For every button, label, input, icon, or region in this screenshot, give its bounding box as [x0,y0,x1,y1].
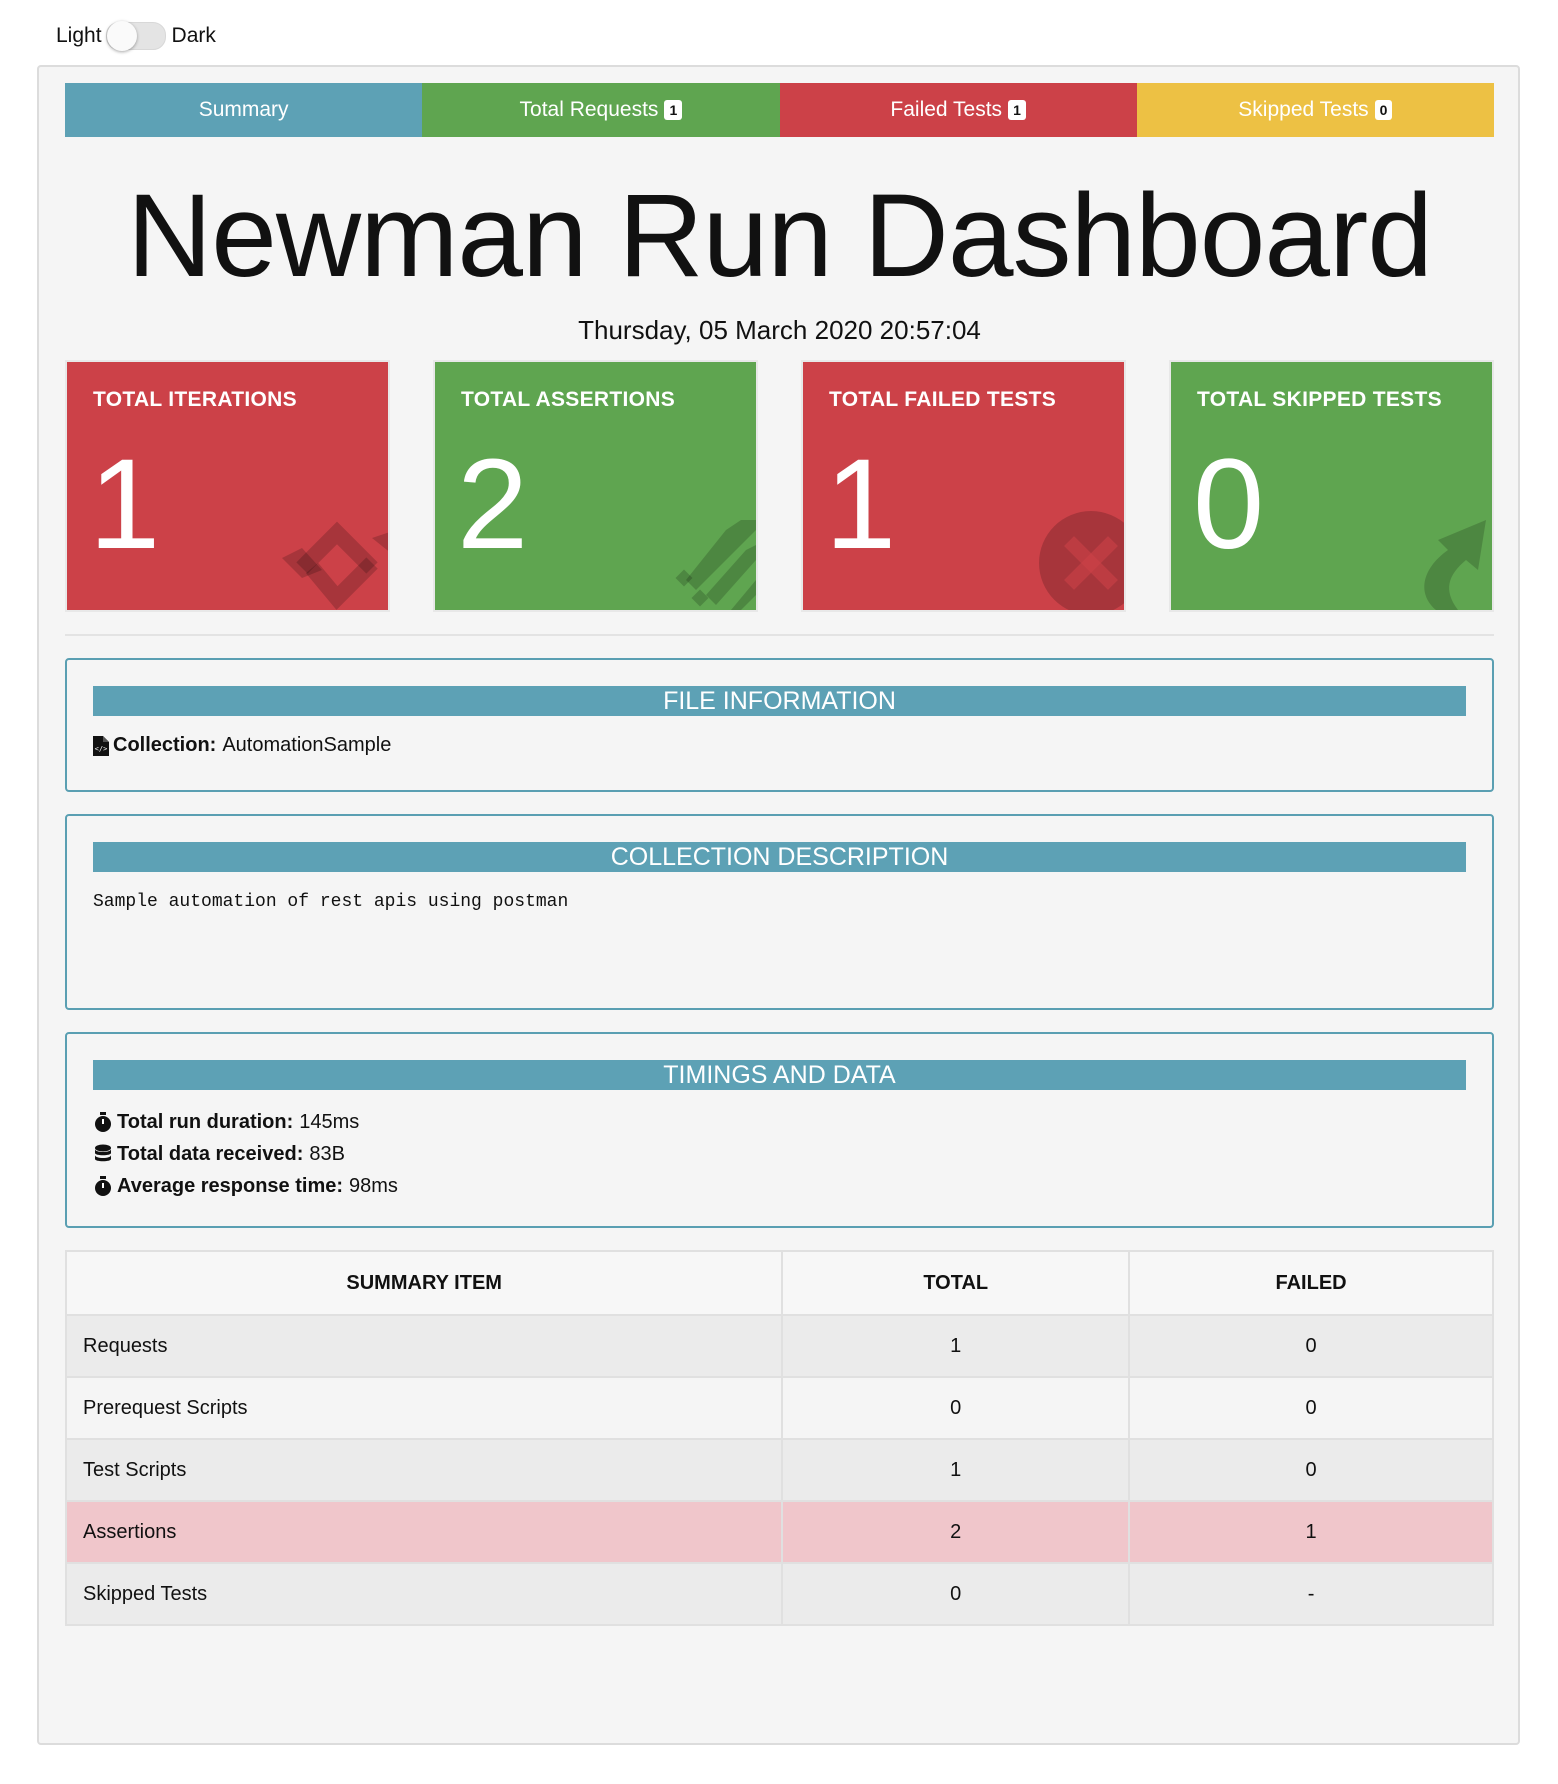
collection-value: AutomationSample [222,734,392,756]
theme-switch[interactable] [105,21,166,51]
file-code-icon: </> [93,735,109,756]
timing-row: Total run duration: 145ms [93,1106,1466,1138]
tab-failed-tests-label: Failed Tests [890,98,1003,121]
summary-item-cell: Skipped Tests [64,1562,784,1626]
column-header: FAILED [1128,1250,1494,1316]
share-arrow-icon [1424,520,1486,610]
timing-label: Average response time: [117,1175,344,1197]
column-header: SUMMARY ITEM [64,1250,784,1316]
table-row: Assertions 2 1 [64,1500,1494,1564]
panel-header: COLLECTION DESCRIPTION [93,842,1466,872]
failed-cell: 0 [1128,1438,1494,1502]
stat-cards: TOTAL ITERATIONS 1 TOTAL ASSERTIONS 2 TO… [65,360,1494,612]
card-total-assertions: TOTAL ASSERTIONS 2 [433,360,758,612]
timing-row: Total data received: 83B [93,1138,1466,1170]
card-value: 1 [825,433,897,576]
divider [65,634,1494,636]
sync-icon [282,521,388,610]
total-cell: 2 [781,1500,1131,1564]
total-cell: 1 [781,1314,1131,1378]
tab-bar: Summary Total Requests 1 Failed Tests 1 Sk… [65,83,1494,137]
dark-label: Dark [171,24,216,47]
tab-summary[interactable]: Summary [65,83,423,137]
dashboard-container: Summary Total Requests 1 Failed Tests 1 Sk… [37,65,1520,1745]
file-information-panel: FILE INFORMATION </> Collection: Automat… [65,658,1494,792]
card-total-iterations: TOTAL ITERATIONS 1 [65,360,390,612]
timing-row: Average response time: 98ms [93,1170,1466,1202]
timing-label: Total data received: [117,1143,304,1165]
page-title: Newman Run Dashboard [127,170,1433,302]
svg-text:</>: </> [95,745,108,753]
timing-value: 83B [309,1143,345,1165]
card-title: TOTAL FAILED TESTS [829,388,1057,411]
table-row: Requests 1 0 [64,1314,1494,1378]
timing-value: 145ms [299,1111,360,1133]
failed-tests-badge: 1 [1008,100,1026,120]
column-header: TOTAL [781,1250,1131,1316]
card-value: 0 [1193,433,1265,576]
stopwatch-icon [93,1176,113,1196]
failed-cell: 0 [1128,1376,1494,1440]
light-label: Light [56,24,102,47]
tab-total-requests-label: Total Requests [519,98,659,121]
times-circle-icon [1039,511,1124,610]
timing-label: Total run duration: [117,1111,294,1133]
card-title: TOTAL SKIPPED TESTS [1197,388,1442,411]
summary-item-cell: Test Scripts [64,1438,784,1502]
tab-failed-tests[interactable]: Failed Tests 1 [779,83,1137,137]
collection-label: Collection: [113,734,217,756]
switch-knob[interactable] [106,21,137,51]
collection-description-panel: COLLECTION DESCRIPTION Sample automation… [65,814,1494,1010]
card-total-failed-tests: TOTAL FAILED TESTS 1 [801,360,1126,612]
tab-summary-label: Summary [198,98,289,121]
run-timestamp: Thursday, 05 March 2020 20:57:04 [578,315,981,345]
failed-cell: 0 [1128,1314,1494,1378]
table-row: Skipped Tests 0 - [64,1562,1494,1626]
timings-panel: TIMINGS AND DATA Total run duration: 145… [65,1032,1494,1228]
card-title: TOTAL ITERATIONS [93,388,297,411]
skipped-tests-badge: 0 [1374,100,1393,120]
card-total-skipped-tests: TOTAL SKIPPED TESTS 0 [1169,360,1494,612]
collection-description-text: Sample automation of rest apis using pos… [93,892,569,912]
stopwatch-icon [93,1112,113,1132]
tab-skipped-tests-label: Skipped Tests [1238,98,1369,121]
card-value: 2 [457,433,529,576]
total-cell: 0 [781,1376,1131,1440]
card-value: 1 [89,433,161,576]
tab-skipped-tests[interactable]: Skipped Tests 0 [1136,83,1494,137]
tab-total-requests[interactable]: Total Requests 1 [422,83,780,137]
table-header-row: SUMMARY ITEM TOTAL FAILED [64,1250,1494,1316]
theme-toggle: Light Dark [56,21,216,51]
panel-header: FILE INFORMATION [93,686,1466,716]
failed-cell: - [1128,1562,1494,1626]
total-cell: 0 [781,1562,1131,1626]
collection-line: </> Collection: AutomationSample [93,734,1466,757]
list-icon [675,520,756,610]
total-requests-badge: 1 [664,100,683,120]
failed-cell: 1 [1128,1500,1494,1564]
summary-item-cell: Requests [64,1314,784,1378]
total-cell: 1 [781,1438,1131,1502]
timing-value: 98ms [349,1175,398,1197]
panel-header: TIMINGS AND DATA [93,1060,1466,1090]
summary-table: SUMMARY ITEM TOTAL FAILED Requests 1 0 P… [64,1250,1494,1626]
card-title: TOTAL ASSERTIONS [461,388,676,411]
summary-item-cell: Assertions [64,1500,784,1564]
summary-item-cell: Prerequest Scripts [64,1376,784,1440]
table-row: Prerequest Scripts 0 0 [64,1376,1494,1440]
table-row: Test Scripts 1 0 [64,1438,1494,1502]
database-icon [93,1144,113,1164]
